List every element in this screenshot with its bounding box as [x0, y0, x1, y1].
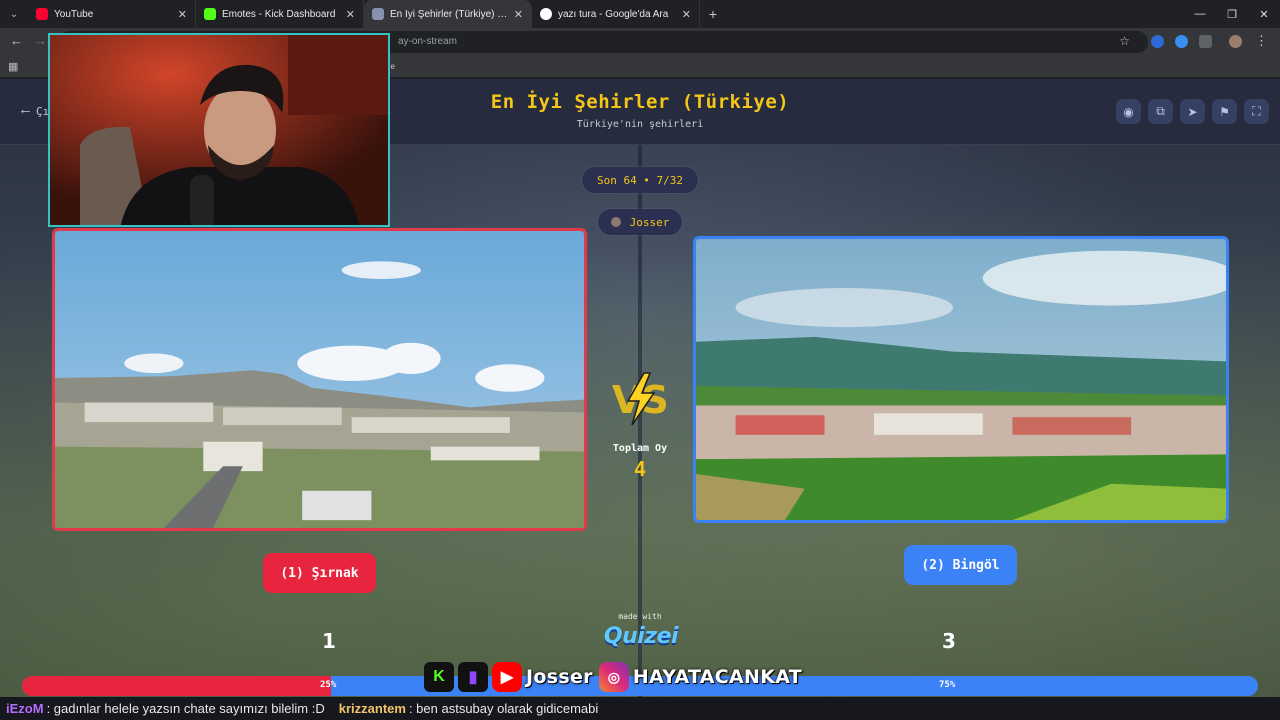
new-tab-button[interactable]: +: [700, 0, 726, 28]
flag-icon[interactable]: ⚑: [1212, 99, 1237, 124]
option1-button[interactable]: (1) Şırnak: [263, 553, 376, 593]
option1-share-fill: [22, 676, 331, 696]
bingol-city-photo: [696, 239, 1226, 520]
apps-grid-icon[interactable]: ▦: [8, 60, 18, 73]
option2-percent: 75%: [939, 680, 956, 690]
avatar: [610, 217, 621, 227]
total-votes-value: 4: [633, 457, 647, 481]
copy-icon[interactable]: ⧉: [1148, 99, 1173, 124]
round-badge: Son 64 • 7/32: [582, 167, 698, 193]
close-icon[interactable]: ✕: [682, 8, 691, 21]
tab-youtube[interactable]: YouTube ✕: [28, 0, 196, 28]
tab-quizei[interactable]: En İyi Şehirler (Türkiye) - Quizei ✕: [364, 0, 532, 28]
fullscreen-icon[interactable]: ⛶: [1244, 99, 1269, 124]
sirnak-city-photo: [55, 231, 584, 528]
streamer-webcam-image: [50, 35, 388, 225]
chat-username: iEzoM: [6, 701, 44, 716]
made-with-label: made with: [618, 612, 662, 621]
tab-title: yazı tura - Google'da Ara: [558, 8, 669, 20]
tab-kick-dashboard[interactable]: Emotes - Kick Dashboard ✕: [196, 0, 364, 28]
option2-vote-count: 3: [942, 629, 956, 653]
option1-percent: 25%: [320, 680, 337, 690]
stream-social-overlay: K ▮ ▶ Josser ◎ HAYATACANKAT: [424, 662, 808, 692]
chat-message: : gadınlar helele yazsın chate sayımızı …: [46, 701, 325, 716]
extensions-puzzle-icon[interactable]: [1199, 35, 1212, 48]
instagram-handle: HAYATACANKAT: [632, 666, 803, 688]
tab-title: Emotes - Kick Dashboard: [222, 8, 336, 20]
tab-google-search[interactable]: yazı tura - Google'da Ara ✕: [532, 0, 700, 28]
browser-tab-bar: ⌄ YouTube ✕ Emotes - Kick Dashboard ✕ En…: [0, 0, 1280, 28]
close-window-icon[interactable]: ✕: [1248, 0, 1280, 28]
player-name: Josser: [629, 215, 670, 229]
option2-button[interactable]: (2) Bingöl: [904, 545, 1017, 585]
minimize-icon[interactable]: —: [1184, 0, 1216, 28]
close-icon[interactable]: ✕: [514, 8, 523, 21]
browser-menu-icon[interactable]: ⋮: [1255, 33, 1268, 49]
tab-title: En İyi Şehirler (Türkiye) - Quizei: [390, 8, 508, 20]
chat-message: : ben astsubay olarak gidicemabi: [408, 701, 599, 716]
forward-arrow-icon[interactable]: →: [34, 33, 47, 48]
tab-search-button[interactable]: ⌄: [0, 0, 28, 28]
instagram-icon: ◎: [598, 662, 629, 692]
extension-icon[interactable]: [1151, 35, 1164, 48]
google-favicon-icon: [540, 8, 552, 20]
player-badge: Josser: [598, 209, 682, 235]
close-icon[interactable]: ✕: [346, 8, 355, 21]
url-text: ay-on-stream: [398, 36, 457, 47]
twitch-icon: ▮: [458, 662, 488, 692]
profile-avatar-icon[interactable]: [1229, 35, 1242, 48]
quizei-logo[interactable]: Quizei: [598, 624, 684, 649]
chat-username: krizzantem: [338, 701, 406, 716]
back-arrow-icon[interactable]: ←: [10, 33, 23, 48]
youtube-favicon-icon: [36, 8, 48, 20]
send-icon[interactable]: ➤: [1180, 99, 1205, 124]
eye-icon[interactable]: ◉: [1116, 99, 1141, 124]
round-text: Son 64 • 7/32: [596, 173, 684, 187]
extension-icon[interactable]: [1175, 35, 1188, 48]
kick-icon: K: [424, 662, 454, 692]
total-votes-label: Toplam Oy: [612, 443, 668, 454]
quizei-favicon-icon: [372, 8, 384, 20]
channel-name: Josser: [526, 666, 593, 688]
streamer-webcam: [48, 33, 390, 227]
option2-image-card[interactable]: [693, 236, 1229, 523]
vs-lightning-icon: VS: [612, 372, 669, 426]
close-icon[interactable]: ✕: [178, 8, 187, 21]
chat-ticker: iEzoM : gadınlar helele yazsın chate say…: [0, 697, 1280, 720]
option1-vote-count: 1: [322, 629, 336, 653]
option1-image-card[interactable]: [52, 228, 587, 531]
kick-favicon-icon: [204, 8, 216, 20]
bookmark-star-icon[interactable]: ☆: [1119, 34, 1130, 48]
window-controls: — ❐ ✕: [1184, 0, 1280, 28]
youtube-icon: ▶: [492, 662, 522, 692]
tab-title: YouTube: [54, 8, 94, 20]
maximize-icon[interactable]: ❐: [1216, 0, 1248, 28]
